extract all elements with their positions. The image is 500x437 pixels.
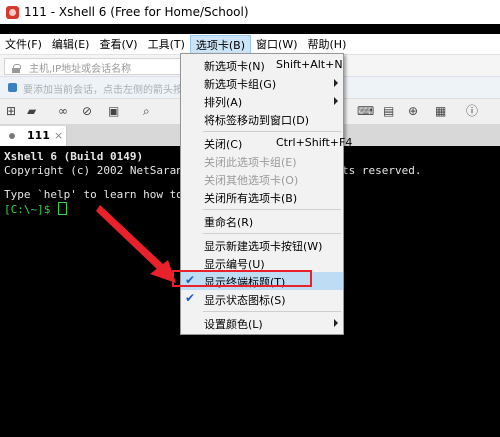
menu-item-shortcut: Shift+Alt+N	[276, 58, 343, 71]
add-button-icon[interactable]: ⊕	[408, 104, 418, 119]
find-icon[interactable]: ⌕	[143, 104, 150, 119]
tab-close-icon[interactable]: ×	[54, 129, 63, 142]
menu-item-rename[interactable]: 重命名(R)	[181, 212, 343, 230]
menu-view[interactable]: 查看(V)	[94, 35, 142, 54]
properties-icon[interactable]: ▣	[108, 104, 119, 119]
menu-item-arrange[interactable]: 排列(A)	[181, 92, 343, 110]
link-icon[interactable]: ∞	[58, 104, 68, 119]
new-session-icon[interactable]: ⊞	[6, 104, 16, 119]
menu-edit[interactable]: 编辑(E)	[47, 35, 95, 54]
menu-item-new-tab-group[interactable]: 新选项卡组(G)	[181, 74, 343, 92]
menu-item-show-new-tab-button[interactable]: 显示新建选项卡按钮(W)	[181, 236, 343, 254]
submenu-arrow-icon	[334, 319, 338, 327]
menu-item-label: 重命名(R)	[204, 216, 254, 229]
layout-icon[interactable]: ▦	[435, 104, 446, 119]
menu-item-label: 关闭所有选项卡(B)	[204, 192, 298, 205]
terminal-line-copyright-tail: ts reserved.	[342, 164, 422, 177]
menu-help[interactable]: 帮助(H)	[303, 35, 352, 54]
unlink-icon[interactable]: ⊘	[82, 104, 92, 119]
terminal-line-copyright: Copyright (c) 2002 NetSaran	[4, 164, 183, 177]
terminal-prompt: [C:\~]$	[4, 203, 57, 216]
menu-separator	[203, 131, 341, 132]
terminal-line-help: Type `help' to learn how to	[4, 188, 183, 201]
menu-item-label: 显示新建选项卡按钮(W)	[204, 240, 323, 253]
menu-item-new-tab[interactable]: 新选项卡(N) Shift+Alt+N	[181, 56, 343, 74]
tabs-dropdown-menu: 新选项卡(N) Shift+Alt+N 新选项卡组(G) 排列(A) 将标签移动…	[180, 53, 352, 335]
open-folder-icon[interactable]: ▰	[27, 104, 36, 119]
menu-item-shortcut: Ctrl+Shift+F4	[276, 136, 353, 149]
menu-item-label: 新选项卡(N)	[204, 60, 265, 73]
terminal-prompt-line: [C:\~]$	[4, 202, 67, 216]
menu-separator	[203, 311, 341, 312]
menu-item-move-tab-to-window[interactable]: 将标签移动到窗口(D)	[181, 110, 343, 128]
keyboard-icon[interactable]: ⌨	[357, 104, 374, 119]
tab-status-icon	[9, 133, 15, 139]
menu-item-label: 新选项卡组(G)	[204, 78, 277, 91]
menu-tools[interactable]: 工具(T)	[143, 35, 190, 54]
menu-bar: 文件(F) 编辑(E) 查看(V) 工具(T) 选项卡(B) 窗口(W) 帮助(…	[0, 34, 500, 54]
menu-window[interactable]: 窗口(W)	[251, 35, 302, 54]
window-title: 111 - Xshell 6 (Free for Home/School)	[24, 5, 249, 19]
submenu-arrow-icon	[334, 97, 338, 105]
menu-item-close-all-tabs[interactable]: 关闭所有选项卡(B)	[181, 188, 343, 206]
menu-separator	[203, 209, 341, 210]
xshell-app-icon	[6, 5, 19, 19]
tab-label: 111	[27, 129, 50, 142]
menu-item-set-color[interactable]: 设置颜色(L)	[181, 314, 343, 332]
host-address-placeholder: 主机,IP地址或会话名称	[29, 64, 132, 75]
help-icon[interactable]: ⓘ	[466, 104, 478, 119]
terminal-cursor	[57, 202, 67, 215]
menu-file[interactable]: 文件(F)	[0, 35, 47, 54]
annotation-highlight-box	[172, 270, 312, 287]
add-session-icon[interactable]	[8, 83, 17, 92]
submenu-arrow-icon	[334, 79, 338, 87]
menu-item-label: 关闭此选项卡组(E)	[204, 156, 297, 169]
menu-separator	[203, 233, 341, 234]
session-tab[interactable]: 111 ×	[0, 126, 67, 146]
menu-tabs[interactable]: 选项卡(B)	[189, 34, 252, 54]
menu-item-label: 显示状态图标(S)	[204, 294, 286, 307]
menu-item-label: 设置颜色(L)	[204, 318, 263, 331]
menu-item-close-tab-group: 关闭此选项卡组(E)	[181, 152, 343, 170]
menu-item-label: 排列(A)	[204, 96, 243, 109]
menu-item-label: 关闭其他选项卡(O)	[204, 174, 299, 187]
title-bar: 111 - Xshell 6 (Free for Home/School)	[0, 0, 500, 24]
menu-item-close[interactable]: 关闭(C) Ctrl+Shift+F4	[181, 134, 352, 152]
check-icon: ✔	[185, 291, 196, 305]
hint-text: 要添加当前会话，点击左侧的箭头按钮。	[23, 85, 203, 96]
menu-item-show-status-icon[interactable]: ✔ 显示状态图标(S)	[181, 290, 343, 308]
lock-icon	[12, 64, 21, 73]
menu-item-label: 关闭(C)	[204, 138, 243, 151]
compose-icon[interactable]: ▤	[383, 104, 394, 119]
menu-item-close-other-tabs: 关闭其他选项卡(O)	[181, 170, 343, 188]
terminal-line-version: Xshell 6 (Build 0149)	[4, 150, 144, 163]
menu-item-label: 将标签移动到窗口(D)	[204, 114, 310, 127]
